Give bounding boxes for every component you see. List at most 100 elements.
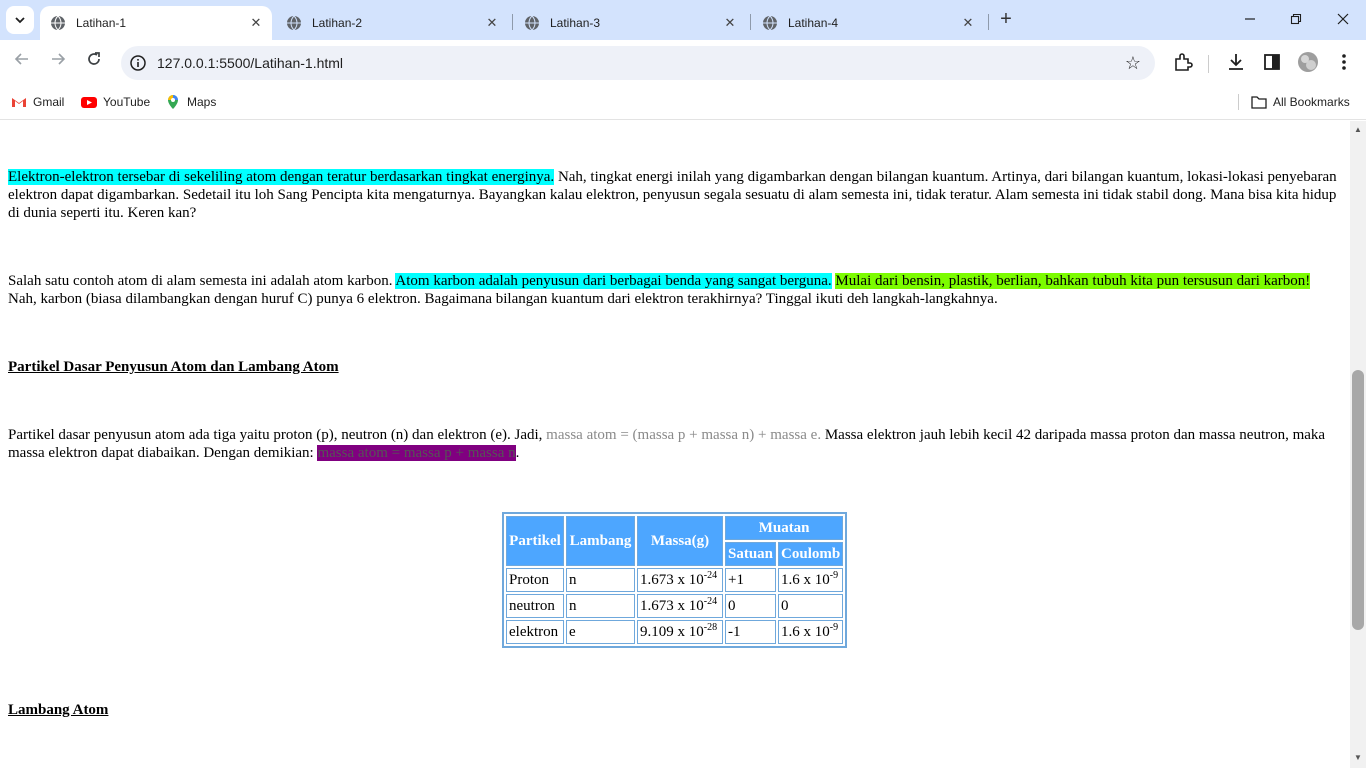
tab-title: Latihan-1 (76, 16, 127, 30)
coulomb-base: 0 (781, 598, 789, 614)
table-row: Proton n 1.673 x 10-24 +1 1.6 x 10-9 (506, 568, 844, 592)
formula-gray: massa atom = (massa p + massa n) + massa… (546, 427, 822, 443)
address-bar[interactable]: 127.0.0.1:5500/Latihan-1.html ☆ (121, 46, 1155, 80)
back-button[interactable] (10, 50, 34, 74)
page-viewport: Elektron-elektron tersebar di sekeliling… (0, 121, 1350, 768)
tab-title: Latihan-2 (312, 16, 363, 30)
paragraph-text: . (515, 445, 520, 461)
header-partikel: Partikel (506, 516, 564, 566)
tab-latihan-4[interactable]: Latihan-4 ✕ (752, 6, 984, 40)
massa-base: 9.109 x 10 (640, 624, 704, 640)
heading-lambang-atom: Lambang Atom (8, 702, 109, 718)
tab-separator (750, 14, 751, 30)
cell-partikel: Proton (506, 568, 564, 592)
formula-highlight-purple: massa atom = massa p + massa n (317, 445, 516, 461)
restore-button[interactable] (1284, 8, 1308, 32)
url-text[interactable]: 127.0.0.1:5500/Latihan-1.html (157, 55, 343, 71)
restore-icon (1290, 13, 1302, 25)
download-icon[interactable] (1225, 51, 1247, 73)
tab-title: Latihan-4 (788, 16, 839, 30)
avatar[interactable] (1297, 51, 1319, 73)
reload-button[interactable] (82, 50, 106, 74)
forward-button[interactable] (46, 50, 70, 74)
particle-table-wrap: Partikel Lambang Massa(g) Muatan Satuan … (502, 512, 848, 648)
new-tab-button[interactable]: + (994, 8, 1018, 32)
plus-icon: + (1000, 8, 1012, 30)
heading-partikel-dasar: Partikel Dasar Penyusun Atom dan Lambang… (8, 359, 339, 375)
cell-coulomb: 1.6 x 10-9 (778, 568, 844, 592)
scroll-up-icon[interactable]: ▲ (1353, 125, 1363, 135)
cell-massa: 1.673 x 10-24 (637, 594, 723, 618)
cell-satuan: 0 (725, 594, 777, 618)
toolbar: 127.0.0.1:5500/Latihan-1.html ☆ (0, 40, 1366, 86)
close-tab-icon[interactable]: ✕ (484, 15, 500, 31)
close-tab-icon[interactable]: ✕ (960, 15, 976, 31)
paragraph-text: Nah, karbon (biasa dilambangkan dengan h… (8, 291, 998, 307)
bookmark-maps[interactable]: Maps (165, 92, 216, 112)
header-satuan: Satuan (725, 542, 777, 566)
scroll-thumb[interactable] (1352, 370, 1364, 630)
paragraph-partikel: Partikel dasar penyusun atom ada tiga ya… (8, 426, 1338, 462)
tab-latihan-3[interactable]: Latihan-3 ✕ (514, 6, 746, 40)
tab-strip: Latihan-1 ✕ Latihan-2 ✕ Latihan-3 ✕ Lati… (0, 0, 1366, 40)
bookmark-gmail[interactable]: Gmail (11, 92, 64, 112)
tab-latihan-1[interactable]: Latihan-1 ✕ (40, 6, 272, 40)
youtube-icon (81, 97, 97, 108)
minimize-icon (1245, 18, 1255, 20)
header-coulomb: Coulomb (778, 542, 844, 566)
coulomb-exponent: -9 (829, 622, 839, 633)
paragraph-text: Salah satu contoh atom di alam semesta i… (8, 273, 396, 289)
globe-icon (525, 15, 539, 31)
table-header-row: Partikel Lambang Massa(g) Muatan (506, 516, 844, 566)
reload-icon (88, 52, 100, 65)
tab-title: Latihan-3 (550, 16, 601, 30)
bookmark-label: Maps (187, 95, 217, 109)
menu-icon[interactable] (1333, 51, 1355, 73)
bookmark-youtube[interactable]: YouTube (81, 92, 150, 112)
cell-satuan: +1 (725, 568, 777, 592)
cell-partikel: elektron (506, 620, 564, 644)
tab-latihan-2[interactable]: Latihan-2 ✕ (276, 6, 508, 40)
tab-search-button[interactable] (6, 6, 34, 34)
highlight-green: Mulai dari bensin, plastik, berlian, bah… (835, 273, 1311, 289)
folder-icon (1251, 96, 1267, 109)
star-icon[interactable]: ☆ (1123, 53, 1143, 73)
close-tab-icon[interactable]: ✕ (722, 15, 738, 31)
paragraph-text: Partikel dasar penyusun atom ada tiga ya… (8, 427, 547, 443)
massa-exponent: -28 (703, 622, 718, 633)
header-massa: Massa(g) (637, 516, 723, 566)
cell-coulomb: 1.6 x 10-9 (778, 620, 844, 644)
massa-base: 1.673 x 10 (640, 572, 704, 588)
cell-lambang: e (566, 620, 635, 644)
arrow-left-icon (14, 53, 28, 65)
header-lambang: Lambang (566, 516, 635, 566)
globe-icon (51, 15, 65, 31)
side-panel-icon[interactable] (1261, 51, 1283, 73)
gmail-icon (12, 98, 26, 107)
info-icon[interactable] (129, 54, 147, 72)
header-muatan: Muatan (725, 516, 844, 540)
bookmarks-separator (1238, 94, 1239, 110)
chevron-down-icon (15, 17, 25, 24)
coulomb-exponent: -9 (829, 570, 839, 581)
close-icon (1337, 13, 1349, 25)
highlight-cyan: Atom karbon adalah penyusun dari berbaga… (395, 273, 832, 289)
scroll-down-icon[interactable]: ▼ (1353, 753, 1363, 763)
globe-icon (287, 15, 301, 31)
toolbar-separator (1208, 55, 1209, 73)
all-bookmarks-button[interactable]: All Bookmarks (1251, 92, 1350, 112)
bookmark-label: YouTube (103, 95, 151, 109)
table-row: neutron n 1.673 x 10-24 0 0 (506, 594, 844, 618)
bookmark-label: Gmail (33, 95, 65, 109)
close-window-button[interactable] (1331, 8, 1355, 32)
minimize-button[interactable] (1238, 8, 1262, 32)
globe-icon (763, 15, 777, 31)
all-bookmarks-label: All Bookmarks (1273, 95, 1350, 109)
close-tab-icon[interactable]: ✕ (248, 15, 264, 31)
arrow-right-icon (52, 53, 66, 65)
cell-massa: 9.109 x 10-28 (637, 620, 723, 644)
particle-table: Partikel Lambang Massa(g) Muatan Satuan … (502, 512, 848, 648)
extensions-icon[interactable] (1172, 51, 1194, 73)
coulomb-base: 1.6 x 10 (781, 624, 830, 640)
page-scrollbar[interactable]: ▲ ▼ (1350, 121, 1366, 768)
